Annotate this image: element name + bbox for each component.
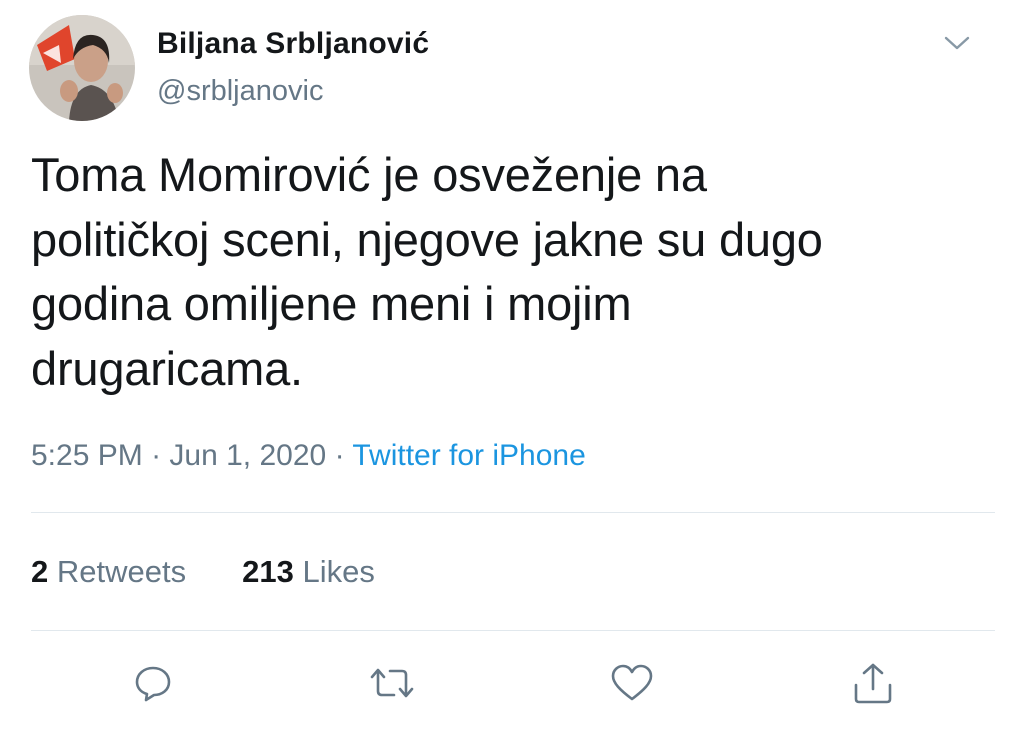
share-button[interactable] <box>850 660 896 706</box>
divider <box>31 630 995 631</box>
reply-button[interactable] <box>130 660 176 706</box>
retweets-count: 2 <box>31 554 49 589</box>
meta-separator: · <box>151 439 162 472</box>
tweet-menu-button[interactable] <box>936 26 978 60</box>
tweet-text: Toma Momirović je osveženje na političko… <box>31 148 823 395</box>
tweet-meta: 5:25 PM · Jun 1, 2020 · Twitter for iPho… <box>31 437 586 475</box>
heart-icon <box>611 664 653 701</box>
author-display-name[interactable]: Biljana Srbljanović <box>157 26 429 62</box>
likes-label: Likes <box>302 554 375 589</box>
tweet-stats: 2 Retweets 213 Likes <box>31 553 375 591</box>
avatar[interactable] <box>29 15 135 121</box>
divider <box>31 512 995 513</box>
share-icon <box>854 663 892 704</box>
retweets-stat[interactable]: 2 Retweets <box>31 553 186 591</box>
chevron-down-icon <box>944 36 970 50</box>
retweets-label: Retweets <box>56 554 187 589</box>
reply-icon <box>135 666 171 702</box>
likes-count: 213 <box>242 554 294 589</box>
tweet-time[interactable]: 5:25 PM <box>31 439 143 472</box>
retweet-button[interactable] <box>369 660 415 706</box>
like-button[interactable] <box>609 660 655 706</box>
author-handle[interactable]: @srbljanovic <box>157 74 323 108</box>
meta-separator: · <box>334 439 345 472</box>
tweet-date[interactable]: Jun 1, 2020 <box>169 439 326 472</box>
tweet-source-link[interactable]: Twitter for iPhone <box>352 439 585 472</box>
retweet-icon <box>370 668 414 698</box>
likes-stat[interactable]: 213 Likes <box>242 553 375 591</box>
profile-photo <box>29 15 135 121</box>
